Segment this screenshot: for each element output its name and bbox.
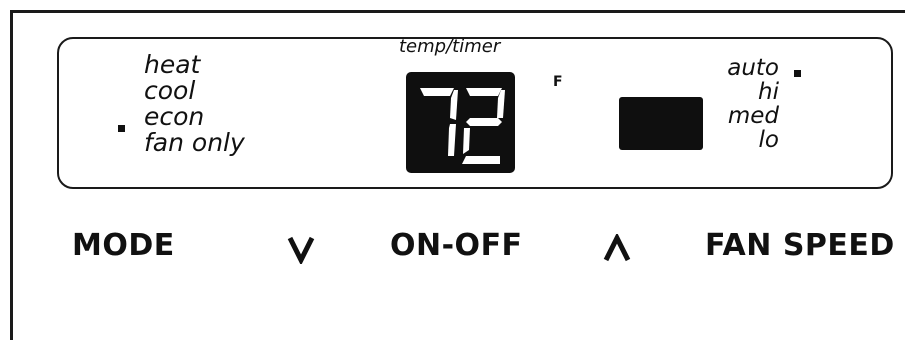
mode-item-cool: cool	[144, 76, 196, 105]
mode-item-econ: econ	[144, 102, 205, 131]
mode-item-heat: heat	[144, 50, 201, 79]
timer-screen	[619, 97, 703, 150]
on-off-button[interactable]: ON-OFF	[390, 228, 523, 263]
temp-timer-label: temp/timer	[399, 36, 501, 57]
fan-speed-list: auto hi med lo	[727, 56, 779, 152]
temperature-up-button[interactable]: Λ	[602, 232, 632, 268]
chevron-up-icon	[603, 232, 631, 262]
fan-speed-button[interactable]: FAN SPEED	[705, 228, 895, 263]
mode-indicator-dot	[118, 125, 125, 132]
fan-speed-hi: hi	[758, 79, 779, 105]
mode-button[interactable]: MODE	[72, 228, 175, 263]
temperature-screen: 72	[406, 72, 515, 173]
seven-segment-display	[420, 88, 505, 164]
temperature-unit: F	[553, 74, 563, 90]
fan-speed-auto: auto	[727, 55, 779, 81]
fan-speed-lo: lo	[758, 127, 779, 153]
chevron-down-icon	[287, 236, 315, 266]
fan-speed-indicator-dot	[794, 70, 801, 77]
mode-item-fan-only: fan only	[144, 128, 245, 157]
mode-list: heat cool econ fan only	[144, 52, 245, 156]
temperature-down-button[interactable]: V	[286, 234, 316, 268]
fan-speed-med: med	[727, 103, 779, 129]
